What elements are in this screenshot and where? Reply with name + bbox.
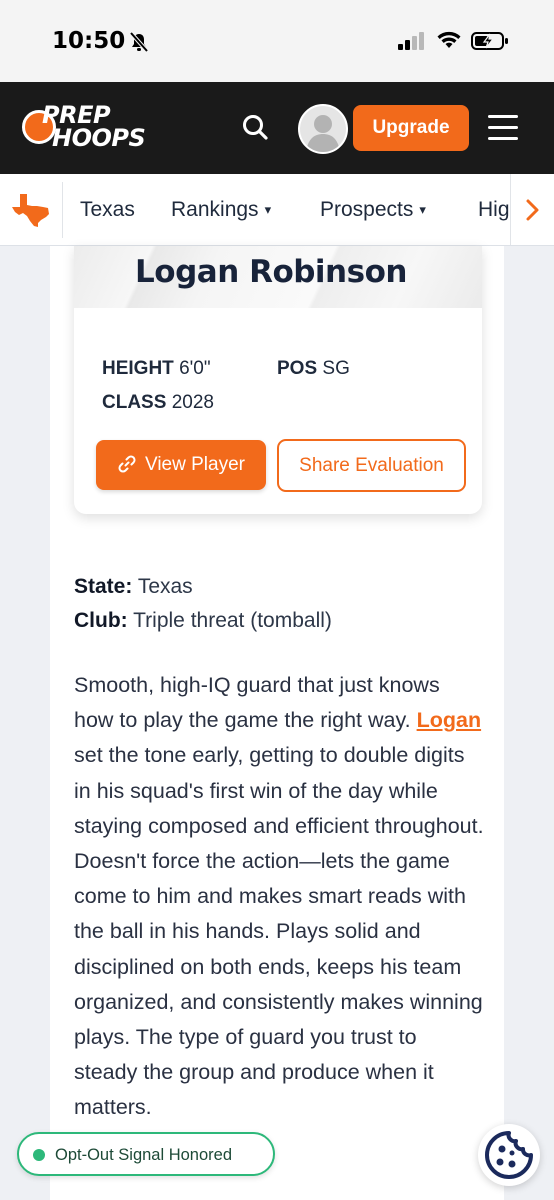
chevron-down-icon: ▾	[264, 202, 272, 217]
stat-class: CLASS 2028	[102, 392, 214, 413]
upgrade-button[interactable]: Upgrade	[353, 105, 469, 151]
opt-out-label: Opt-Out Signal Honored	[55, 1146, 233, 1164]
status-time: 10:50	[52, 28, 126, 54]
nav-item-label: Hig	[478, 198, 510, 221]
nav-divider	[62, 182, 63, 238]
evaluation-text: Smooth, high-IQ guard that just knows ho…	[74, 673, 484, 1120]
nav-item-label: Prospects	[320, 198, 414, 221]
cookie-icon	[485, 1131, 533, 1179]
opt-out-signal-badge[interactable]: Opt-Out Signal Honored	[17, 1132, 275, 1176]
nav-bar: Texas Rankings ▾ Prospects ▾ Hig	[0, 174, 554, 246]
card-header-banner: Logan Robinson	[74, 246, 482, 308]
battery-charging-icon	[471, 32, 508, 50]
status-dot-icon	[33, 1149, 45, 1161]
chevron-down-icon: ▾	[419, 202, 426, 217]
texas-state-icon[interactable]	[10, 192, 52, 228]
bell-off-icon	[129, 31, 149, 53]
nav-item-label: Rankings	[171, 198, 259, 221]
view-player-button[interactable]: View Player	[96, 440, 266, 490]
player-name-link[interactable]: Logan	[417, 708, 482, 732]
search-icon[interactable]	[240, 112, 272, 144]
chevron-right-icon	[526, 199, 539, 221]
player-name: Logan Robinson	[135, 254, 407, 290]
prep-hoops-logo[interactable]: PREP HOOPS	[20, 100, 146, 156]
nav-item-texas[interactable]: Texas	[80, 198, 135, 222]
share-evaluation-button[interactable]: Share Evaluation	[277, 439, 466, 492]
stat-position: POS SG	[277, 358, 350, 379]
app-header: PREP HOOPS Upgrade	[0, 82, 554, 174]
user-avatar[interactable]	[298, 104, 348, 154]
logo-line-2: HOOPS	[52, 124, 146, 152]
nav-item-highlights[interactable]: Hig	[478, 198, 510, 222]
wifi-icon	[437, 31, 461, 48]
player-card: Logan Robinson HEIGHT 6'0" POS SG CLASS …	[74, 246, 482, 514]
club-info: Club: Triple threat (tomball)	[74, 609, 332, 632]
nav-item-label: Texas	[80, 198, 135, 221]
nav-item-prospects[interactable]: Prospects ▾	[320, 198, 426, 222]
cookie-settings-button[interactable]	[478, 1124, 540, 1186]
stat-height: HEIGHT 6'0"	[102, 358, 211, 379]
cellular-signal-icon	[398, 32, 424, 50]
nav-scroll-right-button[interactable]	[510, 174, 554, 245]
link-icon	[118, 455, 136, 473]
hamburger-menu-icon[interactable]	[488, 115, 518, 141]
state-info: State: Texas	[74, 575, 193, 598]
status-bar: 10:50	[0, 0, 554, 82]
nav-item-rankings[interactable]: Rankings ▾	[171, 198, 271, 222]
